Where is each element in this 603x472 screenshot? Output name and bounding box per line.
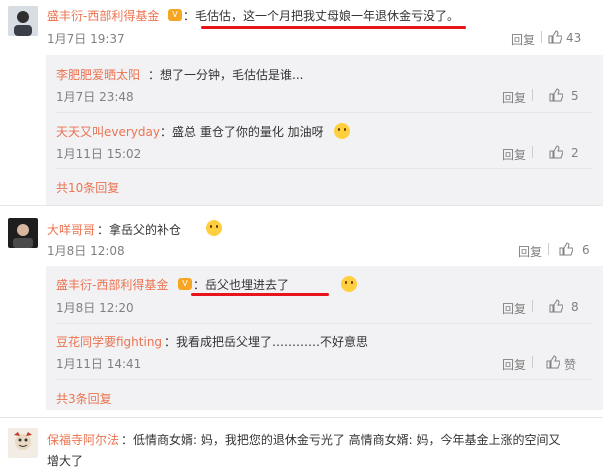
reply-time: 1月7日 23:48 — [56, 90, 134, 104]
reply-button[interactable]: 回复 — [502, 300, 526, 317]
thumbs-up-icon[interactable] — [548, 30, 563, 47]
avatar[interactable] — [8, 6, 38, 36]
reply-text: ：想了一分钟，毛估估是谁... — [148, 68, 304, 82]
reply-time: 1月11日 14:41 — [56, 357, 142, 371]
comment-author[interactable]: 保福寺阿尔法 — [47, 431, 119, 448]
thumbs-up-icon[interactable] — [546, 355, 561, 372]
like-count: 5 — [571, 89, 579, 103]
comment-time: 1月7日 19:37 — [47, 32, 125, 46]
reply-text: ：盛总 重仓了你的量化 加油呀 — [160, 125, 324, 139]
reply-button[interactable]: 回复 — [511, 31, 535, 48]
reply-author[interactable]: 盛丰衍-西部利得基金 — [56, 276, 168, 293]
like-count: 43 — [566, 31, 582, 45]
action-separator — [548, 243, 549, 255]
action-separator — [532, 89, 533, 101]
reply-text: ：岳父也埋进去了 — [193, 278, 290, 292]
action-separator — [532, 146, 533, 158]
divider — [0, 417, 603, 418]
avatar[interactable] — [8, 428, 38, 458]
reply-button[interactable]: 回复 — [502, 146, 526, 163]
comment-author[interactable]: 大咩哥哥 — [47, 221, 95, 238]
like-count: 6 — [582, 243, 590, 257]
action-separator — [532, 356, 533, 368]
comment-text: ：毛估估，这一个月把我丈母娘一年退休金亏没了。 — [183, 9, 460, 23]
reply-text: ：我看成把岳父埋了…………不好意思 — [164, 335, 369, 349]
like-count: 8 — [571, 300, 579, 314]
divider — [56, 379, 593, 380]
divider — [56, 168, 593, 169]
reply-time: 1月11日 15:02 — [56, 147, 142, 161]
avatar[interactable] — [8, 218, 38, 248]
emoji-icon — [205, 220, 222, 236]
action-separator — [532, 300, 533, 312]
highlight-underline — [201, 26, 466, 29]
thumbs-up-icon[interactable] — [549, 299, 564, 316]
emoji-icon — [334, 123, 350, 139]
thumbs-up-icon[interactable] — [549, 88, 564, 105]
reply-time: 1月8日 12:20 — [56, 301, 134, 315]
thumbs-up-icon[interactable] — [549, 145, 564, 162]
like-count: 2 — [571, 146, 579, 160]
thumbs-up-icon[interactable] — [559, 242, 574, 259]
divider — [56, 112, 593, 113]
like-label: 赞 — [564, 358, 577, 372]
highlight-underline — [191, 293, 329, 296]
reply-button[interactable]: 回复 — [502, 356, 526, 373]
action-separator — [541, 31, 542, 43]
reply-author[interactable]: 李肥肥爱晒太阳 — [56, 66, 140, 83]
more-replies-link[interactable]: 共10条回复 — [56, 179, 119, 196]
reply-button[interactable]: 回复 — [518, 243, 542, 260]
vip-badge-icon: V — [178, 278, 192, 290]
comment-author[interactable]: 盛丰衍-西部利得基金 — [47, 7, 159, 24]
comment-text: ：低情商女婿: 妈，我把您的退休金亏光了 高情商女婿: 妈，今年基金上涨的空间又 — [121, 433, 561, 447]
comment-text-line2: 增大了 — [47, 454, 84, 468]
more-replies-link[interactable]: 共3条回复 — [56, 390, 112, 407]
reply-author[interactable]: 天天又叫everyday — [56, 123, 160, 140]
vip-badge-icon: V — [168, 9, 182, 21]
reply-button[interactable]: 回复 — [502, 89, 526, 106]
comment-text: ：拿岳父的补仓 — [97, 223, 182, 237]
comment-time: 1月8日 12:08 — [47, 244, 125, 258]
divider — [56, 323, 593, 324]
reply-author[interactable]: 豆花同学要fighting — [56, 333, 162, 350]
divider — [0, 205, 603, 206]
emoji-icon — [340, 276, 357, 292]
